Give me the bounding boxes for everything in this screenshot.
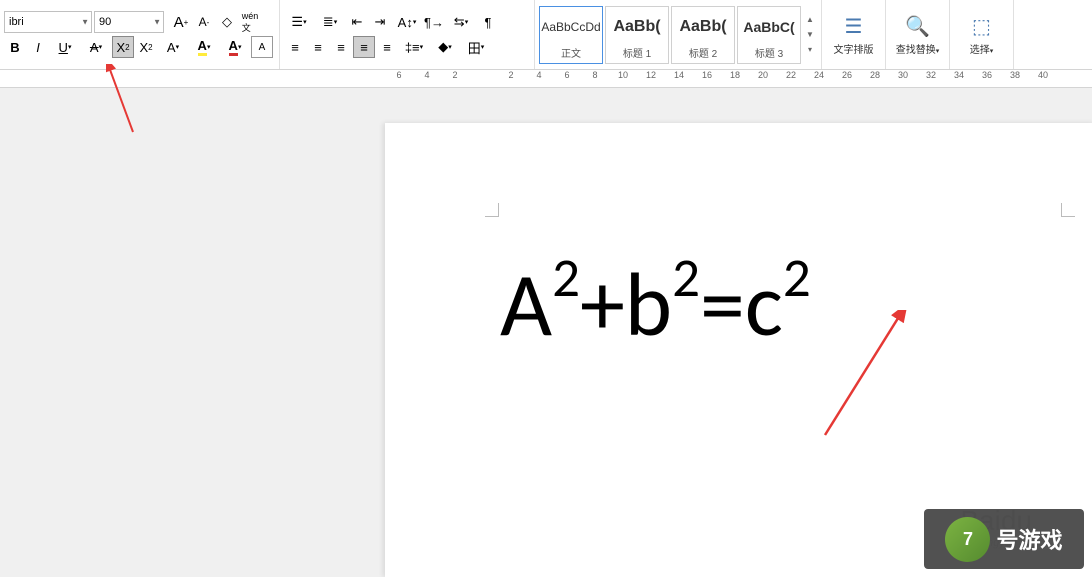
ltr-button[interactable]: ¶→	[423, 11, 445, 33]
font-size-value: 90	[99, 16, 111, 28]
font-color-button[interactable]: A▾	[220, 36, 250, 58]
text-layout-icon: ☰	[845, 14, 863, 39]
ruler-mark: 38	[1001, 70, 1029, 80]
style-normal[interactable]: AaBbCcDd 正文	[539, 6, 603, 64]
select-button[interactable]: ⬚ 选择▾	[954, 5, 1009, 65]
footer-logo: 7 号游戏	[924, 509, 1084, 569]
increase-font-button[interactable]: A+	[170, 11, 192, 33]
bold-button[interactable]: B	[4, 36, 26, 58]
style-preview: AaBbCcDd	[541, 9, 600, 45]
style-preview: AaBb(	[613, 9, 660, 45]
text-layout-button[interactable]: ☰ 文字排版	[826, 5, 881, 65]
logo-circle-icon: 7	[945, 517, 990, 562]
ruler-mark: 12	[637, 70, 665, 80]
select-label: 选择▾	[970, 41, 994, 56]
style-heading2[interactable]: AaBb( 标题 2	[671, 6, 735, 64]
italic-button[interactable]: I	[27, 36, 49, 58]
increase-indent-button[interactable]: ⇥	[369, 11, 391, 33]
show-marks-button[interactable]: ¶	[477, 11, 499, 33]
font-size-select[interactable]: 90 ▼	[94, 11, 164, 33]
ruler-mark: 18	[721, 70, 749, 80]
ruler-mark	[469, 70, 497, 80]
ruler-mark: 8	[581, 70, 609, 80]
style-label: 标题 2	[689, 45, 717, 60]
ruler-mark: 40	[1029, 70, 1057, 80]
decrease-font-button[interactable]: A-	[193, 11, 215, 33]
borders-button[interactable]: 田▾	[461, 36, 491, 58]
font-name-select[interactable]: ibri ▼	[4, 11, 92, 33]
equation-text[interactable]: A2+b2=c2	[500, 258, 811, 350]
underline-button[interactable]: U▾	[50, 36, 80, 58]
styles-more-button[interactable]: ▾	[803, 45, 817, 54]
tab-button[interactable]: ⇆▾	[446, 11, 476, 33]
style-label: 标题 1	[623, 45, 651, 60]
ruler-mark: 16	[693, 70, 721, 80]
cursor-icon: ⬚	[972, 14, 991, 39]
margin-corner-icon	[1061, 203, 1075, 217]
ruler-mark: 30	[889, 70, 917, 80]
numbering-button[interactable]: ≣▾	[315, 11, 345, 33]
ruler-mark: 14	[665, 70, 693, 80]
ruler-mark: 6	[385, 70, 413, 80]
find-replace-label: 查找替换▾	[896, 41, 940, 56]
style-label: 标题 3	[755, 45, 783, 60]
text-layout-label: 文字排版	[834, 41, 874, 56]
chevron-down-icon: ▼	[81, 18, 89, 27]
bullets-button[interactable]: ☰▾	[284, 11, 314, 33]
find-replace-button[interactable]: 🔍 查找替换▾	[890, 5, 945, 65]
font-name-value: ibri	[9, 16, 24, 28]
ruler-mark: 26	[833, 70, 861, 80]
styles-down-button[interactable]: ▼	[803, 30, 817, 39]
style-preview: AaBbC(	[743, 9, 794, 45]
horizontal-ruler[interactable]: 642246810121416182022242628303234363840	[0, 70, 1092, 88]
highlight-color-button[interactable]: A▾	[189, 36, 219, 58]
style-heading3[interactable]: AaBbC( 标题 3	[737, 6, 801, 64]
margin-corner-icon	[485, 203, 499, 217]
justify-button[interactable]: ≡	[353, 36, 375, 58]
line-spacing-button[interactable]: ‡≡▾	[399, 36, 429, 58]
ruler-mark: 10	[609, 70, 637, 80]
style-heading1[interactable]: AaBb( 标题 1	[605, 6, 669, 64]
footer-logo-text: 号游戏	[996, 523, 1062, 555]
align-right-button[interactable]: ≡	[330, 36, 352, 58]
char-border-button[interactable]: A	[251, 36, 273, 58]
text-direction-button[interactable]: A↕▾	[392, 11, 422, 33]
pinyin-button[interactable]: wén文	[239, 11, 261, 33]
ruler-mark: 36	[973, 70, 1001, 80]
align-center-button[interactable]: ≡	[307, 36, 329, 58]
ruler-mark: 32	[917, 70, 945, 80]
ruler-mark: 34	[945, 70, 973, 80]
chevron-down-icon: ▼	[153, 18, 161, 27]
ruler-mark: 28	[861, 70, 889, 80]
distributed-button[interactable]: ≡	[376, 36, 398, 58]
ruler-mark: 2	[497, 70, 525, 80]
search-icon: 🔍	[905, 14, 930, 39]
ruler-mark: 2	[441, 70, 469, 80]
shading-button[interactable]: ◆▾	[430, 36, 460, 58]
change-case-button[interactable]: A▾	[158, 36, 188, 58]
styles-up-button[interactable]: ▲	[803, 15, 817, 24]
strikethrough-button[interactable]: A▾	[81, 36, 111, 58]
decrease-indent-button[interactable]: ⇤	[346, 11, 368, 33]
superscript-button[interactable]: X2	[112, 36, 134, 58]
style-preview: AaBb(	[679, 9, 726, 45]
ruler-mark: 6	[553, 70, 581, 80]
ruler-mark: 22	[777, 70, 805, 80]
align-left-button[interactable]: ≡	[284, 36, 306, 58]
subscript-button[interactable]: X2	[135, 36, 157, 58]
ruler-mark: 4	[525, 70, 553, 80]
ruler-mark: 24	[805, 70, 833, 80]
ruler-mark: 4	[413, 70, 441, 80]
clear-format-button[interactable]: ◇	[216, 11, 238, 33]
ruler-mark: 20	[749, 70, 777, 80]
style-label: 正文	[561, 45, 581, 60]
